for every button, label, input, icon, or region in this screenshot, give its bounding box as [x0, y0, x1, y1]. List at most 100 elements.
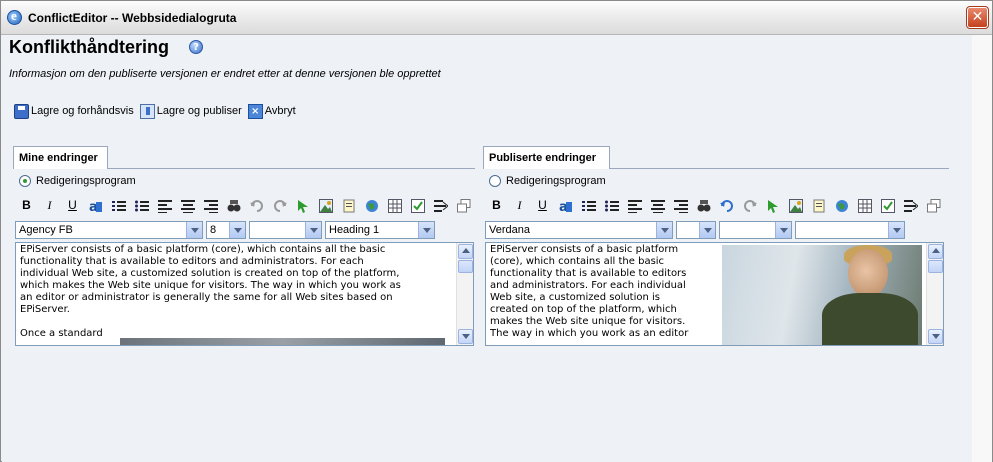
- redo-icon[interactable]: [738, 196, 761, 214]
- table-icon[interactable]: [853, 196, 876, 214]
- scroll-thumb[interactable]: [458, 260, 473, 273]
- numbered-list-icon[interactable]: [577, 196, 600, 214]
- radio-label: Redigeringsprogram: [36, 175, 136, 187]
- dialog-window: ConflictEditor -- Webbsidedialogruta ✕ K…: [0, 0, 993, 462]
- chevron-down-icon: [229, 222, 245, 238]
- info-text: Informasjon om den publiserte versjonen …: [9, 68, 441, 80]
- embedded-image: [120, 338, 445, 345]
- radio-button[interactable]: [19, 175, 31, 187]
- bullet-list-icon[interactable]: [600, 196, 623, 214]
- insert-image-icon[interactable]: [784, 196, 807, 214]
- page-title: Konflikthåndtering: [9, 37, 169, 57]
- block-format-select[interactable]: [795, 221, 905, 239]
- style-select[interactable]: [719, 221, 792, 239]
- radio-editor-left[interactable]: Redigeringsprogram: [19, 175, 136, 187]
- close-button[interactable]: ✕: [966, 6, 989, 29]
- radio-button[interactable]: [489, 175, 501, 187]
- cancel-icon: ×: [247, 103, 263, 119]
- chevron-down-icon: [418, 222, 434, 238]
- popup-editor-icon[interactable]: [452, 196, 475, 214]
- editor-area-right[interactable]: EPiServer consists of a basic platform (…: [485, 242, 944, 346]
- popup-editor-icon[interactable]: [922, 196, 945, 214]
- size-select[interactable]: 8: [206, 221, 246, 239]
- align-right-icon[interactable]: [199, 196, 222, 214]
- publish-icon: [139, 103, 155, 119]
- table-icon[interactable]: [383, 196, 406, 214]
- save-preview-label: Lagre og forhåndsvis: [31, 105, 134, 117]
- align-right-icon[interactable]: [669, 196, 692, 214]
- numbered-list-icon[interactable]: [107, 196, 130, 214]
- cancel-button[interactable]: × Avbryt: [247, 103, 296, 119]
- vertical-scrollbar[interactable]: [926, 243, 943, 345]
- editor-content-right[interactable]: EPiServer consists of a basic platform (…: [490, 244, 688, 340]
- italic-button[interactable]: I: [38, 196, 61, 214]
- size-select-value: 8: [210, 224, 217, 236]
- editor-area-left[interactable]: EPiServer consists of a basic platform (…: [15, 242, 474, 346]
- scroll-thumb[interactable]: [928, 260, 943, 273]
- radio-label: Redigeringsprogram: [506, 175, 606, 187]
- save-publish-button[interactable]: Lagre og publiser: [139, 103, 242, 119]
- globe-link-icon[interactable]: [360, 196, 383, 214]
- font-color-icon[interactable]: a: [554, 196, 577, 215]
- select-row-right: Verdana: [485, 221, 905, 239]
- clean-format-icon[interactable]: [899, 196, 922, 214]
- underline-button[interactable]: U: [61, 196, 84, 214]
- embedded-photo: [722, 245, 922, 345]
- chevron-down-icon: [699, 222, 715, 238]
- insert-document-icon[interactable]: [337, 196, 360, 214]
- dialog-content: Konflikthåndtering ? Informasjon om den …: [2, 35, 972, 462]
- internet-explorer-icon: [7, 8, 22, 25]
- redo-icon[interactable]: [268, 196, 291, 214]
- save-publish-label: Lagre og publiser: [156, 105, 242, 117]
- align-center-icon[interactable]: [176, 196, 199, 214]
- chevron-down-icon: [186, 222, 202, 238]
- editor-content-left[interactable]: EPiServer consists of a basic platform (…: [20, 244, 401, 340]
- undo-icon[interactable]: [715, 196, 738, 214]
- globe-link-icon[interactable]: [830, 196, 853, 214]
- title-bar[interactable]: ConflictEditor -- Webbsidedialogruta ✕: [1, 1, 992, 35]
- align-left-icon[interactable]: [623, 196, 646, 214]
- style-select[interactable]: [249, 221, 322, 239]
- scroll-down-arrow-icon[interactable]: [458, 329, 473, 344]
- clean-format-icon[interactable]: [429, 196, 452, 214]
- chevron-down-icon: [775, 222, 791, 238]
- align-left-icon[interactable]: [153, 196, 176, 214]
- find-icon[interactable]: [222, 196, 245, 214]
- insert-document-icon[interactable]: [807, 196, 830, 214]
- align-center-icon[interactable]: [646, 196, 669, 214]
- photo-head: [848, 249, 888, 297]
- italic-button[interactable]: I: [508, 196, 531, 214]
- undo-icon[interactable]: [245, 196, 268, 214]
- insert-link-icon[interactable]: [291, 196, 314, 214]
- chevron-down-icon: [888, 222, 904, 238]
- font-select[interactable]: Verdana: [485, 221, 673, 239]
- save-preview-button[interactable]: Lagre og forhåndsvis: [14, 103, 134, 119]
- window-title: ConflictEditor -- Webbsidedialogruta: [28, 11, 237, 25]
- scroll-up-arrow-icon[interactable]: [928, 244, 943, 259]
- cancel-label: Avbryt: [264, 105, 296, 117]
- format-toolbar-right: B I U a: [485, 195, 945, 215]
- vertical-scrollbar[interactable]: [456, 243, 473, 345]
- spellcheck-icon[interactable]: [876, 196, 899, 214]
- font-select[interactable]: Agency FB: [15, 221, 203, 239]
- insert-image-icon[interactable]: [314, 196, 337, 214]
- help-icon[interactable]: ?: [189, 40, 203, 54]
- bold-button[interactable]: B: [485, 196, 508, 214]
- photo-body: [822, 293, 918, 345]
- scroll-down-arrow-icon[interactable]: [928, 329, 943, 344]
- spellcheck-icon[interactable]: [406, 196, 429, 214]
- underline-button[interactable]: U: [531, 196, 554, 214]
- chevron-down-icon: [656, 222, 672, 238]
- tab-my-changes[interactable]: Mine endringer: [13, 146, 108, 169]
- insert-link-icon[interactable]: [761, 196, 784, 214]
- action-toolbar: Lagre og forhåndsvis Lagre og publiser ×…: [14, 102, 296, 120]
- scroll-up-arrow-icon[interactable]: [458, 244, 473, 259]
- block-format-select[interactable]: Heading 1: [325, 221, 435, 239]
- bold-button[interactable]: B: [15, 196, 38, 214]
- font-color-icon[interactable]: a: [84, 196, 107, 215]
- find-icon[interactable]: [692, 196, 715, 214]
- bullet-list-icon[interactable]: [130, 196, 153, 214]
- radio-editor-right[interactable]: Redigeringsprogram: [489, 175, 606, 187]
- tab-published-changes[interactable]: Publiserte endringer: [483, 146, 610, 169]
- size-select[interactable]: [676, 221, 716, 239]
